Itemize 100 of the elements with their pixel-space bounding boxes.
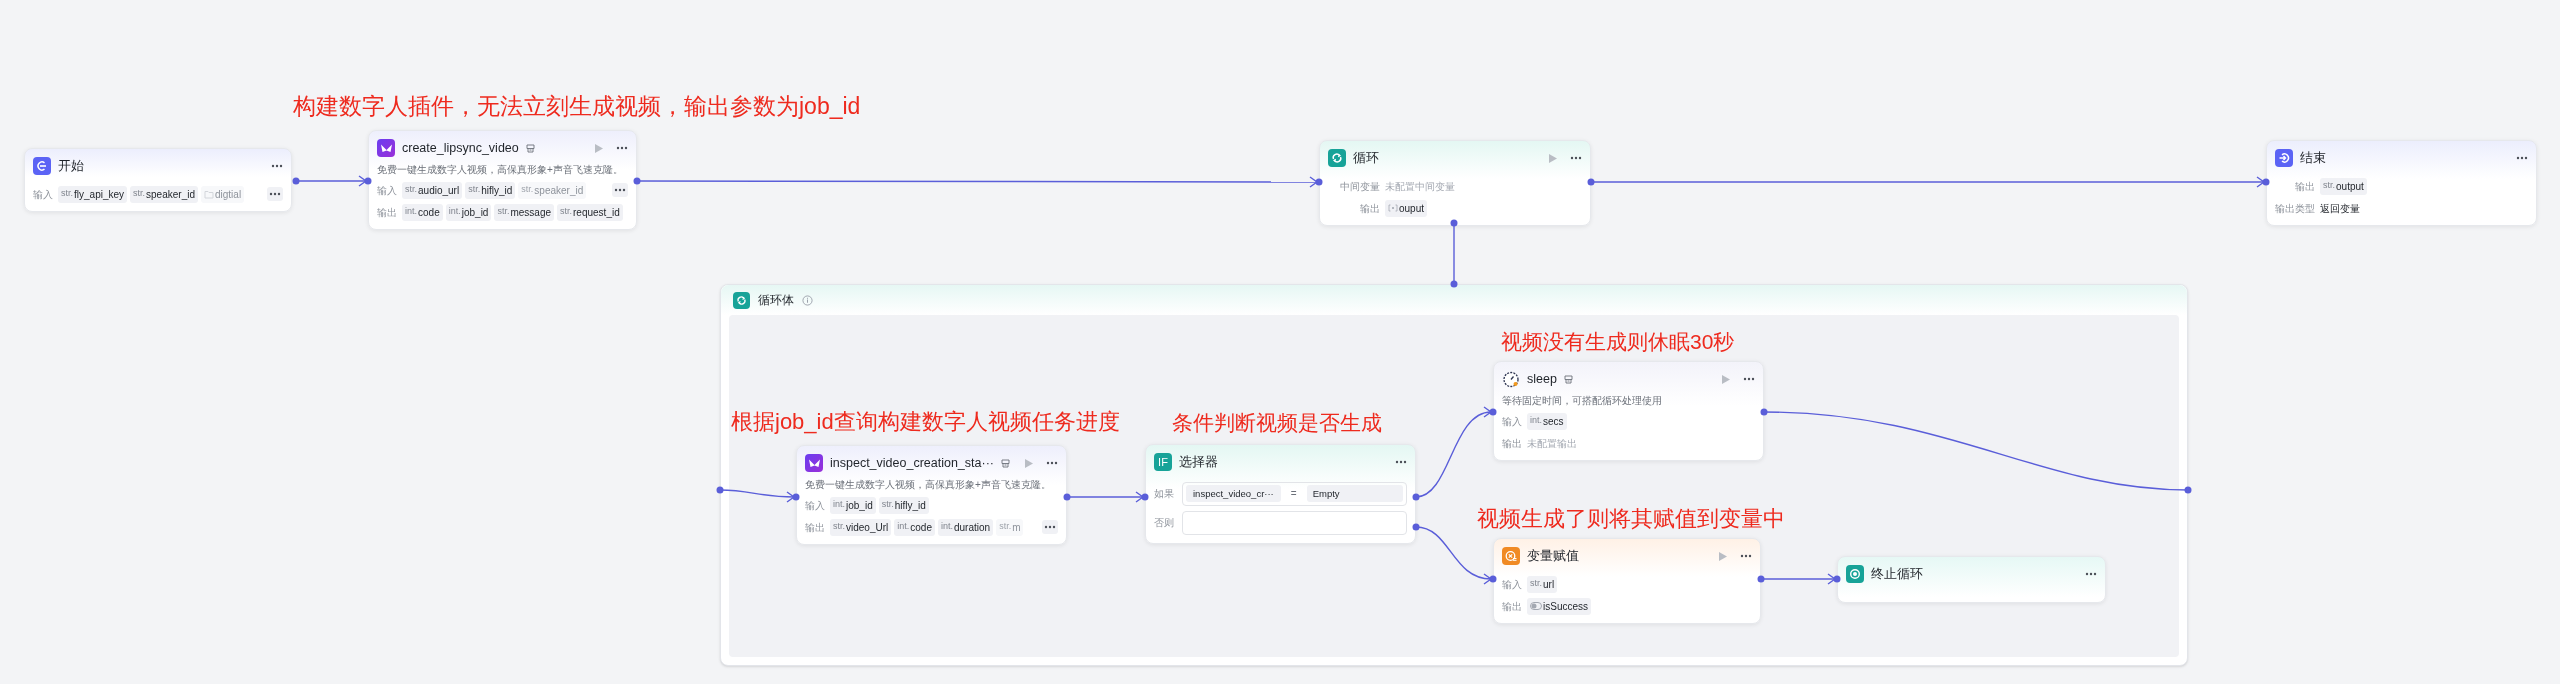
row-label: 如果 — [1154, 487, 1175, 501]
parameter-name: duration — [954, 520, 991, 535]
row-label: 输出 — [805, 520, 825, 535]
loop-icon — [733, 291, 750, 309]
node-card[interactable]: sleep 等待固定时间，可搭配循环处理使用 输入 int.secs 输出 未配置输出 — [1493, 361, 1764, 461]
node-card[interactable]: IF 选择器 如果 inspect_video_cr··· = Empty 否则 — [1145, 444, 1416, 544]
parameter-name: job_id — [461, 205, 489, 220]
parameter-name: url — [1543, 577, 1555, 592]
annotation-text: 条件判断视频是否生成 — [1172, 412, 1382, 433]
type-label: str. — [133, 187, 146, 201]
more-button[interactable] — [1042, 520, 1058, 534]
node-card[interactable]: 终止循环 — [1837, 556, 2106, 603]
parameter-name: fly_api_key — [74, 187, 125, 202]
exit-icon — [2275, 149, 2293, 167]
wing-icon — [805, 454, 823, 472]
parameter-name: speaker_id — [534, 183, 584, 198]
row-label: 输出 — [377, 205, 397, 220]
folder-icon — [204, 189, 214, 199]
more-icon[interactable] — [1570, 156, 1582, 160]
node-card[interactable]: inspect_video_creation_sta··· 免费一键生成数字人视频，高保真形象+声音飞速克隆。 输入 int.job_id str.hifly_id 输出 str.video_Url int.code int.duration str.m — [796, 445, 1067, 545]
more-button[interactable] — [612, 183, 628, 197]
node-card[interactable]: 循环 中间变量 未配置中间变量 输出 ouput — [1319, 140, 1591, 226]
type-label: str. — [999, 520, 1012, 534]
type-label: int. — [940, 520, 953, 534]
parameter-name: code — [418, 205, 440, 220]
node-card[interactable]: 开始 输入 str.fly_api_key str.speaker_id digtial — [24, 148, 292, 212]
row-label: 输入 — [377, 183, 397, 198]
node-title: inspect_video_creation_sta··· — [830, 454, 994, 472]
annotation-text: 视频生成了则将其赋值到变量中 — [1477, 508, 1785, 530]
row-label: 输出 — [1502, 436, 1522, 451]
enter-icon — [33, 157, 51, 175]
parameter-name: request_id — [573, 205, 620, 220]
annotation-text: 构建数字人插件，无法立刻生成视频，输出参数为job_id — [293, 95, 861, 118]
type-label: str. — [521, 183, 534, 197]
type-label: str. — [833, 520, 845, 534]
stop-icon — [1846, 565, 1864, 583]
parameter-name: speaker_id — [146, 187, 195, 202]
condition-field[interactable]: inspect_video_cr··· = Empty — [1182, 481, 1407, 506]
node-description: 免费一键生成数字人视频，高保真形象+声音飞速克隆。 — [805, 478, 1052, 492]
row-label: 输入 — [805, 498, 825, 513]
row-label: 输入 — [33, 187, 53, 202]
row-label: 输出 — [1502, 599, 1522, 614]
annotation-text: 根据job_id查询构建数字人视频任务进度 — [731, 411, 1120, 433]
type-label: int. — [897, 520, 910, 534]
parameter-name: job_id — [846, 498, 873, 513]
parameter-name: hifly_id — [481, 183, 513, 198]
row-label: 输出类型 — [2275, 201, 2315, 216]
toggle-icon — [1530, 602, 1542, 610]
type-label: int. — [448, 205, 461, 219]
type-label: str. — [468, 183, 481, 197]
node-title: sleep — [1527, 370, 1557, 388]
type-label: str. — [497, 205, 510, 219]
parameter-name: output — [2336, 179, 2364, 194]
parameter-name: digtial — [215, 187, 242, 202]
node-title: 变量赋值 — [1527, 547, 1579, 565]
row-label: 输出 — [1359, 201, 1380, 216]
loop-icon — [1328, 149, 1346, 167]
more-icon[interactable] — [1046, 461, 1058, 465]
type-label: str. — [2323, 179, 2335, 193]
parameter-name: ouput — [1399, 201, 1425, 216]
parameter-name: m — [1012, 520, 1021, 535]
more-icon[interactable] — [2516, 156, 2528, 160]
parameter-name: message — [510, 205, 551, 220]
more-icon[interactable] — [1395, 460, 1407, 464]
type-label: str. — [405, 183, 417, 197]
more-icon[interactable] — [1743, 377, 1755, 381]
node-title: 开始 — [58, 157, 84, 175]
row-label: 中间变量 — [1339, 179, 1380, 194]
node-description: 等待固定时间，可搭配循环处理使用 — [1502, 394, 1663, 408]
node-card[interactable]: create_lipsync_video 免费一键生成数字人视频，高保真形象+声音飞速克隆。 输入 str.audio_url str.hifly_id str.speaker_id 输出 int.code int.job_id str.message str.request_id — [368, 130, 637, 230]
more-button[interactable] — [267, 187, 283, 201]
dots-icon — [269, 192, 281, 196]
type-label: str. — [560, 205, 573, 219]
dots-icon — [1044, 525, 1056, 529]
row-label: 否则 — [1154, 516, 1175, 530]
node-card[interactable]: 变量赋值 输入 str.url 输出 isSuccess — [1493, 538, 1761, 624]
node-description: 免费一键生成数字人视频，高保真形象+声音飞速克隆。 — [377, 163, 624, 177]
row-label: 输入 — [1502, 577, 1522, 592]
parameter-name: audio_url — [418, 183, 460, 198]
more-icon[interactable] — [271, 164, 283, 168]
parameter-name: hifly_id — [894, 498, 926, 513]
condition-value: Empty — [1306, 485, 1403, 502]
more-icon[interactable] — [2085, 572, 2097, 576]
type-label: int. — [1530, 414, 1542, 428]
type-label: str. — [61, 187, 73, 201]
parameter-name: isSuccess — [1543, 599, 1588, 614]
type-label: str. — [1530, 577, 1542, 591]
more-icon[interactable] — [616, 146, 628, 150]
more-icon[interactable] — [1740, 554, 1752, 558]
parameter-name: video_Url — [846, 520, 889, 535]
condition-operator: = — [1289, 487, 1298, 501]
condition-icon: IF — [1154, 453, 1172, 471]
condition-field[interactable] — [1182, 510, 1407, 535]
row-label: 输出 — [2294, 179, 2315, 194]
variable-icon — [1502, 547, 1520, 565]
node-title: 结束 — [2300, 149, 2326, 167]
array-icon — [1388, 204, 1398, 212]
annotation-text: 视频没有生成则休眠30秒 — [1501, 331, 1735, 352]
node-card[interactable]: 结束 输出 str.output 输出类型 返回变量 — [2266, 140, 2537, 226]
stopwatch-icon — [1502, 370, 1520, 388]
